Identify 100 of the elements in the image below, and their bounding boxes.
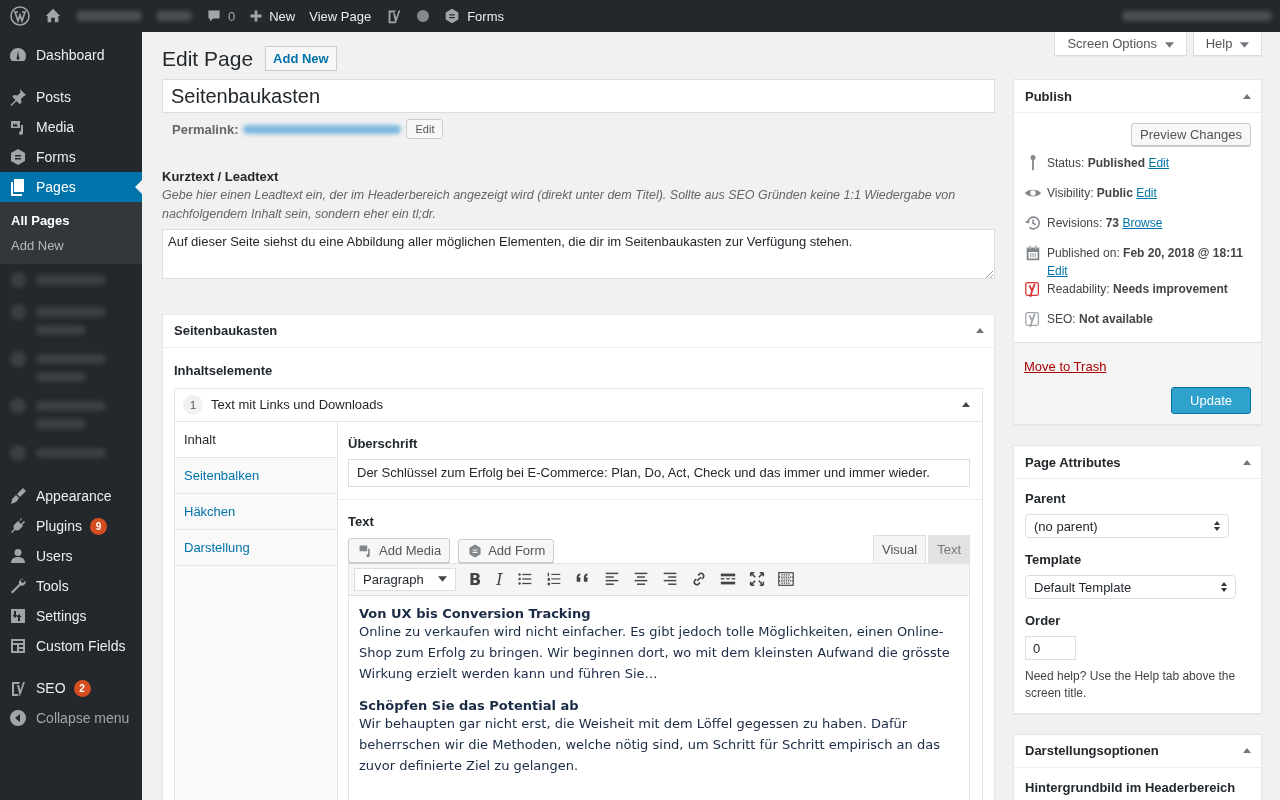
publish-link[interactable]: Browse [1122,216,1163,230]
collapse-arrow-icon[interactable] [1243,93,1251,99]
publish-link[interactable]: Edit [1136,186,1157,200]
publish-info: Status: Published Edit [1047,155,1170,172]
submenu-item[interactable]: Add New [0,233,142,258]
content-paragraph: Wir behaupten gar nicht erst, die Weisheit mit dem Löffel gegessen zu haben. Dafür beherrschen wir die Methoden, welche nötig sind, um Schritt für Schritt empirisch an das zuvor definierte Ziel zu gelangen. [359,714,941,775]
calendar-icon [1024,244,1042,262]
menu-item[interactable]: Tools [0,571,142,601]
order-field[interactable]: 0 [1025,636,1076,660]
move-to-trash-link[interactable]: Move to Trash [1024,359,1107,374]
add-new-button[interactable]: Add New [265,46,337,71]
menu-item[interactable]: Users [0,541,142,571]
menu-item[interactable]: Plugins 9 [0,511,142,541]
menu-item[interactable]: Appearance [0,481,142,511]
publish-link[interactable]: Edit [1148,156,1170,170]
comment-icon [206,8,222,24]
add-media-button[interactable]: Add Media [348,537,451,563]
element-tab[interactable]: Häkchen [175,493,337,530]
field-label: Überschrift [348,435,419,451]
new-link[interactable]: New [249,8,296,24]
view-page-link[interactable]: View Page [309,8,372,24]
resize-grip-icon[interactable] [985,269,993,278]
editor-mode-tab[interactable]: Text [928,534,970,563]
italic-button[interactable]: I [494,569,505,589]
field-label: Order [1025,613,1062,628]
caret-icon [1240,42,1249,48]
add-form-button[interactable]: Add Form [458,538,555,563]
format-dropdown[interactable]: Paragraph [354,567,456,591]
plus-icon [249,9,264,23]
publish-info: SEO: Not available [1047,311,1154,328]
count-badge: 2 [73,679,91,697]
element-tab[interactable]: Darstellung [175,529,337,566]
fullscreen-icon[interactable] [747,570,766,588]
section-label: Inhaltselemente [174,362,274,378]
forms-icon [467,542,484,559]
wordpress-logo-icon[interactable] [10,6,30,26]
publish-info: Revisions: 73 Browse [1047,215,1163,232]
menu-item[interactable]: Custom Fields [0,631,142,661]
status-dot-icon [417,10,430,22]
collapse-arrow-icon[interactable] [962,402,970,407]
content-paragraph: Online zu verkaufen wird nicht einfacher. Es gibt jedoch tolle Möglichkeiten, einen Online-Shop zum Erfolg zu bringen. Wir beginnen dort, wo mit dem kleinsten Aufwand die grösste Wirkung erzielt werden kann und führen Sie… [359,622,951,683]
forms-link[interactable]: Forms [443,7,504,25]
parent-select[interactable]: (no parent) [1025,514,1229,538]
edit-button[interactable]: Edit [406,119,444,139]
help-text: Need help? Use the Help tab above the screen title. [1025,668,1237,703]
field-label: Template [1025,552,1083,567]
forms-icon [8,147,28,167]
menu-item[interactable]: Media [0,112,142,142]
content-heading: Schöpfen Sie das Potential ab [359,697,580,713]
grid-icon [8,636,28,656]
panel-title: Darstellungsoptionen [1025,743,1159,759]
field-label: Hintergrundbild im Headerbereich [1025,779,1237,795]
comments-link[interactable]: 0 [206,8,236,24]
collapse-arrow-icon[interactable] [1243,748,1251,754]
home-icon[interactable] [44,7,62,25]
field-label: Parent [1025,491,1067,506]
screen-tab-button[interactable]: Screen Options [1054,32,1187,56]
field-label: Kurztext / Leadtext [162,169,280,184]
panel-title: Publish [1025,88,1072,104]
submenu-item[interactable]: All Pages [0,208,142,233]
caret-icon [1164,42,1174,48]
screen-tab-button[interactable]: Help [1192,32,1262,56]
element-number: 1 [183,394,203,415]
heading-field[interactable]: Der Schlüssel zum Erfolg bei E-Commerce: Plan, Do, Act, Check und das immer und immer wieder. [348,458,970,487]
history-icon [1024,214,1042,232]
lead-text-field[interactable]: Auf dieser Seite siehst du eine Abbildung aller möglichen Elementen, die dir im Seitenbaukasten zur Verfügung stehen. [162,228,995,279]
menu-item[interactable]: Settings [0,601,142,631]
user-icon [8,546,28,566]
element-tab[interactable]: Seitenbalken [175,457,337,494]
menu-item[interactable]: Collapse menu [0,703,142,733]
menu-item[interactable]: Pages [0,172,142,202]
menu-item[interactable]: Forms [0,142,142,172]
bullet-list-icon[interactable] [515,570,534,588]
menu-item[interactable]: SEO 2 [0,673,142,703]
updown-arrows-icon [1221,581,1227,593]
metabox-title: Seitenbaukasten [174,323,278,338]
sliders-icon [8,606,28,626]
publish-link[interactable]: Edit [1047,264,1068,278]
permalink-label: Permalink: [172,121,239,137]
collapse-icon [8,708,28,728]
field-description: Gebe hier einen Leadtext ein, der im Headerbereich angezeigt wird (direkt unter dem Titel). Sollte aus SEO Gründen keine 1:1 Wiedergabe von nachfolgendem Inhalt sein, sondern eher ein tl;dr. [162,187,957,223]
publish-info: Published on: Feb 20, 2018 @ 18:11 Edit [1047,245,1244,280]
menu-item[interactable]: Posts [0,82,142,112]
publish-info: Visibility: Public Edit [1047,185,1157,202]
bold-button[interactable]: B [467,569,484,589]
menu-item[interactable]: Dashboard [0,40,142,70]
editor-mode-tab[interactable]: Visual [872,534,927,563]
preview-changes-button[interactable]: Preview Changes [1131,123,1251,146]
template-select[interactable]: Default Template [1025,575,1236,599]
pin-icon [8,87,28,107]
title-field[interactable]: Seitenbaukasten [162,79,995,113]
updown-arrows-icon [1214,520,1220,532]
kitchen-sink-icon[interactable] [776,570,795,588]
brush-icon [8,486,28,506]
element-title: Text mit Links und Downloads [211,397,383,412]
collapse-arrow-icon[interactable] [1243,459,1251,465]
element-tab[interactable]: Inhalt [175,421,337,458]
collapse-arrow-icon[interactable] [976,328,984,333]
page-title: Edit Page [162,46,254,71]
publish-info: Readability: Needs improvement [1047,281,1228,298]
